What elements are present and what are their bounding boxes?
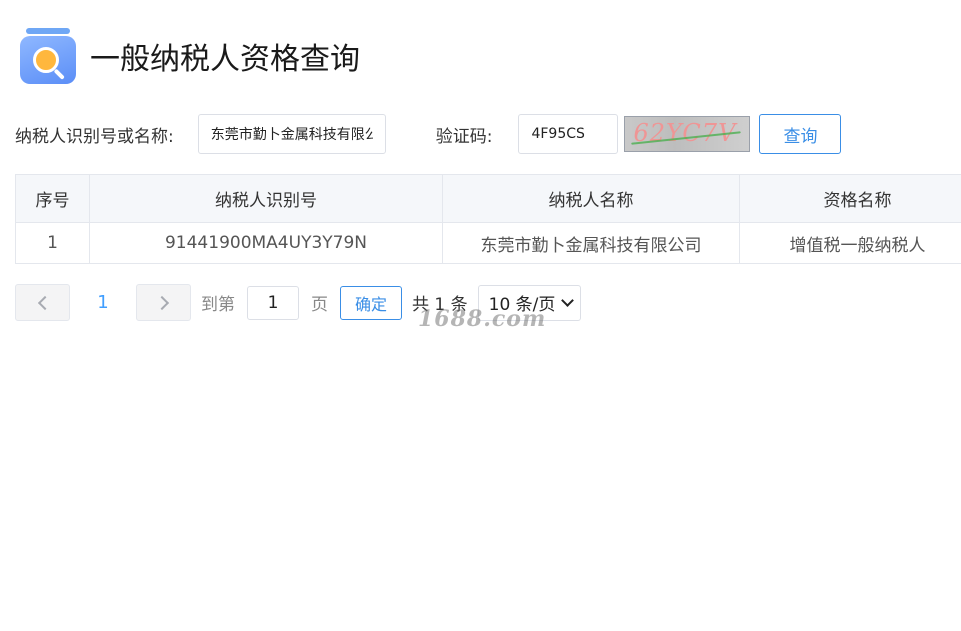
goto-page-input[interactable]	[247, 285, 299, 320]
chevron-down-icon	[561, 294, 575, 307]
cell-qualification: 增值税一般纳税人	[739, 222, 961, 264]
table-row: 1 91441900MA4UY3Y79N 东莞市勤卜金属科技有限公司 增值税一般…	[15, 222, 961, 264]
logo-tab	[26, 28, 70, 34]
column-header-taxpayer-name: 纳税人名称	[442, 174, 740, 223]
search-form: 纳税人识别号或名称: 验证码: 62YC7V 查询	[15, 114, 842, 154]
page-size-select[interactable]: 10 条/页	[477, 284, 582, 321]
search-folder-icon	[20, 28, 76, 84]
query-button[interactable]: 查询	[759, 114, 842, 154]
cell-taxpayer-name: 东莞市勤卜金属科技有限公司	[442, 222, 740, 264]
next-page-button[interactable]	[136, 284, 191, 321]
captcha-image[interactable]: 62YC7V	[624, 116, 751, 152]
pagination: 1 到第 页 确定 共 1 条 10 条/页	[15, 284, 582, 321]
chevron-right-icon	[154, 295, 169, 310]
header: 一般纳税人资格查询	[20, 28, 360, 84]
cell-index: 1	[15, 222, 90, 264]
total-count: 共 1 条	[412, 295, 468, 315]
taxpayer-input[interactable]	[197, 114, 386, 154]
chevron-left-icon	[37, 295, 52, 310]
column-header-taxpayer-id: 纳税人识别号	[89, 174, 443, 223]
goto-label: 到第	[201, 295, 235, 315]
prev-page-button[interactable]	[15, 284, 70, 321]
page-size-value: 10 条/页	[488, 295, 556, 315]
column-header-index: 序号	[15, 174, 90, 223]
captcha-input[interactable]	[518, 114, 619, 154]
confirm-button[interactable]: 确定	[340, 285, 402, 320]
page-number-current[interactable]: 1	[70, 292, 136, 313]
result-table: 序号 纳税人识别号 纳税人名称 资格名称 1 91441900MA4UY3Y79…	[15, 174, 961, 264]
page: 一般纳税人资格查询 纳税人识别号或名称: 验证码: 62YC7V 查询 序号 纳…	[0, 0, 961, 631]
taxpayer-label: 纳税人识别号或名称:	[15, 126, 174, 147]
cell-taxpayer-id: 91441900MA4UY3Y79N	[89, 222, 443, 264]
page-title: 一般纳税人资格查询	[90, 42, 360, 77]
captcha-label: 验证码:	[435, 126, 493, 147]
column-header-qualification: 资格名称	[739, 174, 961, 223]
table-header-row: 序号 纳税人识别号 纳税人名称 资格名称	[15, 174, 961, 223]
page-unit-label: 页	[311, 295, 328, 315]
